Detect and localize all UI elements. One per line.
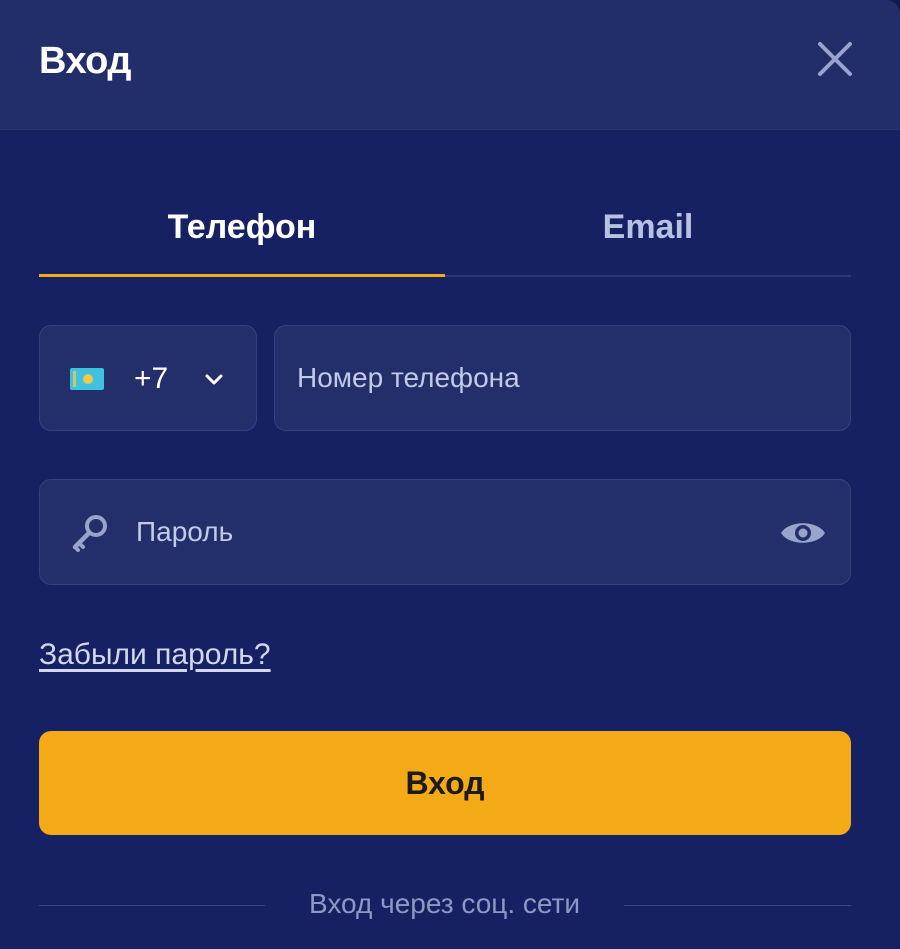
- divider-right: [624, 905, 851, 906]
- modal-title: Вход: [39, 40, 131, 82]
- chevron-down-icon: [205, 374, 223, 385]
- eye-icon[interactable]: [778, 510, 828, 556]
- forgot-password-link[interactable]: Забыли пароль?: [39, 638, 271, 672]
- modal-header: Вход: [0, 0, 900, 130]
- close-button[interactable]: [810, 34, 860, 84]
- close-icon: [818, 42, 852, 76]
- divider-left: [39, 905, 265, 906]
- country-code-value: +7: [134, 362, 169, 395]
- phone-number-field: [274, 325, 851, 431]
- login-method-tabs: Телефон Email: [39, 190, 851, 277]
- tab-phone[interactable]: Телефон: [39, 190, 445, 275]
- password-field: [39, 479, 851, 585]
- country-code-select[interactable]: +7: [39, 325, 257, 431]
- kazakhstan-flag-icon: [70, 368, 104, 390]
- password-input[interactable]: [136, 480, 756, 584]
- phone-number-input[interactable]: [297, 326, 827, 430]
- active-tab-indicator: [39, 274, 445, 277]
- login-submit-button[interactable]: Вход: [39, 731, 851, 835]
- social-login-label: Вход через соц. сети: [308, 888, 581, 919]
- login-modal: Вход Телефон Email +7 Номер телефона Заб…: [0, 0, 900, 949]
- key-icon: [72, 515, 107, 552]
- tab-email[interactable]: Email: [445, 190, 851, 275]
